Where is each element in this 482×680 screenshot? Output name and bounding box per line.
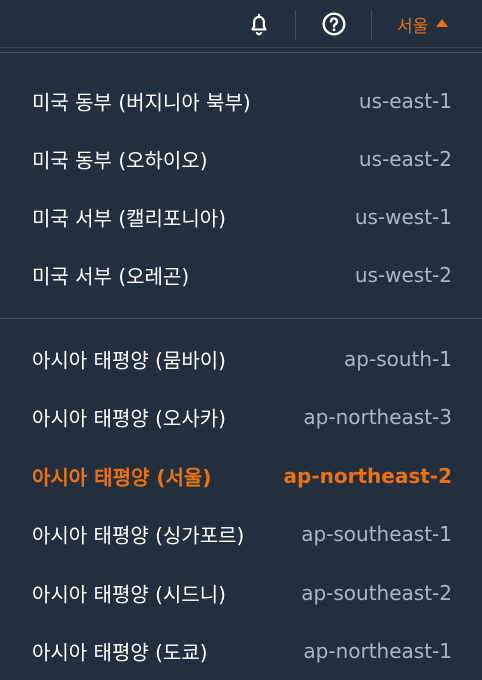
region-dropdown: 미국 동부 (버지니아 북부) us-east-1 미국 동부 (오하이오) u… (0, 52, 482, 665)
region-name: 아시아 태평양 (도쿄) (32, 640, 208, 665)
region-code: us-west-1 (354, 205, 452, 229)
region-name: 미국 동부 (버지니아 북부) (32, 90, 251, 115)
bell-icon (251, 13, 267, 36)
region-name: 미국 서부 (캘리포니아) (32, 206, 226, 231)
region-option-ap-southeast-2[interactable]: 아시아 태평양 (시드니) ap-southeast-2 (0, 564, 482, 622)
region-option-us-east-2[interactable]: 미국 동부 (오하이오) us-east-2 (0, 130, 482, 188)
region-name: 아시아 태평양 (서울) (32, 465, 212, 490)
region-option-us-west-1[interactable]: 미국 서부 (캘리포니아) us-west-1 (0, 188, 482, 246)
region-option-ap-northeast-3[interactable]: 아시아 태평양 (오사카) ap-northeast-3 (0, 388, 482, 446)
region-name: 아시아 태평양 (뭄바이) (32, 348, 226, 373)
region-name: 미국 서부 (오레곤) (32, 264, 190, 289)
region-name: 아시아 태평양 (싱가포르) (32, 523, 245, 548)
region-name: 아시아 태평양 (시드니) (32, 582, 226, 607)
nav-divider (295, 10, 296, 40)
region-option-ap-southeast-1[interactable]: 아시아 태평양 (싱가포르) ap-southeast-1 (0, 505, 482, 563)
region-option-us-west-2[interactable]: 미국 서부 (오레곤) us-west-2 (0, 246, 482, 304)
region-code: ap-southeast-2 (301, 581, 452, 605)
region-code: ap-northeast-3 (303, 405, 452, 429)
current-region-label: 서울 (397, 16, 429, 37)
region-code: us-east-2 (358, 147, 452, 171)
region-code: ap-northeast-2 (283, 464, 453, 488)
region-option-ap-northeast-1[interactable]: 아시아 태평양 (도쿄) ap-northeast-1 (0, 622, 482, 680)
nav-divider (371, 10, 372, 40)
caret-up-icon (436, 19, 449, 27)
help-circle-icon (322, 12, 346, 36)
region-option-ap-south-1[interactable]: 아시아 태평양 (뭄바이) ap-south-1 (0, 330, 482, 388)
region-option-ap-northeast-2[interactable]: 아시아 태평양 (서울) ap-northeast-2 (0, 447, 482, 505)
region-group-divider (0, 318, 482, 319)
top-navigation-bar: 서울 (0, 0, 482, 48)
region-code: us-west-2 (354, 263, 452, 287)
notifications-button[interactable] (238, 0, 280, 48)
region-code: us-east-1 (358, 89, 452, 113)
region-option-us-east-1[interactable]: 미국 동부 (버지니아 북부) us-east-1 (0, 72, 482, 130)
region-name: 아시아 태평양 (오사카) (32, 406, 226, 431)
region-name: 미국 동부 (오하이오) (32, 148, 208, 173)
region-code: ap-southeast-1 (301, 522, 452, 546)
region-code: ap-northeast-1 (303, 639, 452, 663)
region-code: ap-south-1 (344, 347, 452, 371)
help-button[interactable] (312, 0, 356, 48)
region-selector-button[interactable]: 서울 (384, 0, 474, 48)
